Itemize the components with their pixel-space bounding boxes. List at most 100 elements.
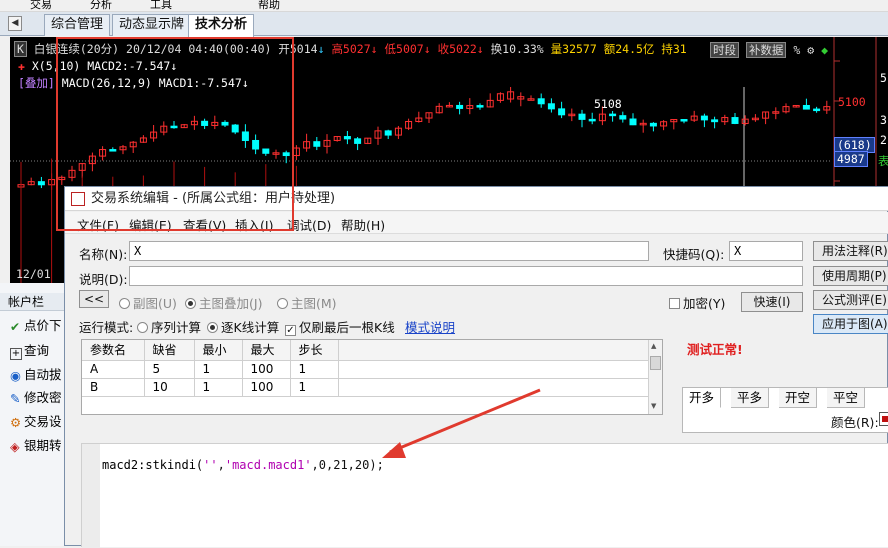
mode-help-link[interactable]: 模式说明: [405, 317, 455, 336]
menu-insert[interactable]: 插入(I): [235, 215, 273, 234]
quick-button[interactable]: 快速(I): [741, 292, 803, 312]
color-label: 颜色(R):: [831, 415, 879, 430]
tab-dynamic-board[interactable]: 动态显示牌: [112, 14, 192, 36]
indicator-x-arrow-icon: ✚: [18, 59, 25, 73]
radio-sequence-calc[interactable]: 序列计算: [137, 317, 201, 336]
candle-body: [343, 136, 351, 140]
usage-notes-button[interactable]: 用法注释(R): [813, 241, 888, 261]
code-string-arg: 'macd.macd1': [224, 458, 312, 472]
menu-file[interactable]: 文件(F): [77, 215, 119, 234]
scroll-up-icon[interactable]: ▲: [651, 342, 656, 350]
tab-close-long[interactable]: 平多: [731, 388, 770, 408]
dialog-title-bar[interactable]: 交易系统编辑 - (所属公式组：用户待处理): [65, 187, 888, 211]
table-cell[interactable]: B: [82, 378, 145, 397]
overlay-tag: [叠加]: [18, 76, 55, 90]
percent-toggle[interactable]: %: [793, 43, 800, 57]
name-input[interactable]: X: [129, 241, 649, 261]
candle-body: [231, 124, 239, 133]
top-menu-item-trade[interactable]: 交易: [30, 0, 52, 11]
candle-body: [476, 105, 484, 108]
table-cell[interactable]: 10: [144, 378, 195, 397]
top-menu-item-analysis[interactable]: 分析: [90, 0, 112, 11]
collapse-button[interactable]: <<: [79, 290, 109, 308]
gear-icon[interactable]: ⚙: [807, 43, 814, 57]
bank-icon: ◈: [10, 439, 20, 454]
usage-period-button[interactable]: 使用周期(P): [813, 266, 888, 286]
menu-debug[interactable]: 调试(D): [287, 215, 331, 234]
table-cell[interactable]: 1: [290, 360, 339, 379]
radio-main-overlay[interactable]: 主图叠加(J): [185, 293, 262, 312]
checkbox-box: ✓: [285, 325, 296, 336]
top-menu-item-tools[interactable]: 工具: [150, 0, 172, 11]
gear-icon: ⚙: [10, 415, 22, 430]
table-cell[interactable]: 5: [144, 360, 195, 379]
indicator-x-line: X(5,10) MACD2:-7.547: [31, 59, 171, 73]
app-icon: [71, 192, 85, 206]
candle-body: [731, 117, 739, 124]
tab-open-long[interactable]: 开多: [683, 388, 722, 408]
menu-view[interactable]: 查看(V): [183, 215, 226, 234]
timeframe-button[interactable]: 时段: [710, 42, 739, 58]
candle-body: [252, 139, 260, 150]
far-right-value-1: 5: [880, 71, 887, 85]
radio-per-bar-calc[interactable]: 逐K线计算: [207, 317, 279, 336]
panel-item-label: 交易设: [24, 414, 62, 429]
axis-price-5100: 5100: [838, 95, 866, 109]
description-input[interactable]: [129, 266, 803, 286]
table-cell[interactable]: 1: [194, 360, 243, 379]
apply-to-chart-button[interactable]: 应用于图(A): [813, 314, 888, 334]
radio-circle: [207, 322, 218, 333]
period-badge[interactable]: K: [14, 41, 27, 57]
table-cell[interactable]: 100: [242, 360, 291, 379]
radio-sub-chart[interactable]: 副图(U): [119, 293, 177, 312]
down-arrow-icon: ↓: [241, 76, 249, 90]
radio-main-chart[interactable]: 主图(M): [277, 293, 337, 312]
shortcut-input[interactable]: X: [729, 241, 803, 261]
panel-item-auto[interactable]: ◉ 自动拔: [10, 366, 62, 384]
candle-body: [109, 149, 117, 152]
scroll-thumb[interactable]: [650, 356, 661, 370]
candle-body: [201, 120, 209, 126]
table-cell[interactable]: A: [82, 360, 145, 379]
candle-body: [558, 108, 566, 116]
table-scrollbar[interactable]: ▲ ▼: [648, 340, 662, 414]
code-function: macd2:stkindi(: [102, 458, 204, 472]
tab-technical-analysis[interactable]: 技术分析: [188, 14, 255, 37]
macd-overlay-line: MACD(26,12,9) MACD1:-7.547: [61, 76, 242, 90]
panel-item-price-order[interactable]: ✔ 点价下: [10, 317, 62, 335]
close-price: 收5022: [437, 42, 477, 56]
panel-item-query[interactable]: + 查询: [10, 342, 49, 360]
top-menu-item-help[interactable]: 帮助: [258, 0, 280, 11]
color-swatch[interactable]: [879, 412, 888, 426]
down-arrow-icon: ↓: [170, 59, 178, 73]
encrypt-checkbox[interactable]: 加密(Y): [669, 293, 725, 312]
formula-evaluate-button[interactable]: 公式测评(E): [813, 290, 888, 310]
formula-code[interactable]: macd2:stkindi('','macd.macd1',0,21,20);: [102, 458, 384, 472]
panel-item-bank-transfer[interactable]: ◈ 银期转: [10, 437, 62, 455]
radio-label: 副图(U): [133, 296, 177, 311]
supplement-data-button[interactable]: 补数据: [745, 42, 787, 58]
tab-scroll-left-icon[interactable]: ◀: [8, 16, 22, 31]
col-header-empty: [338, 340, 648, 361]
menu-edit[interactable]: 编辑(E): [129, 215, 172, 234]
tab-overview[interactable]: 综合管理: [44, 14, 111, 36]
last-bar-only-checkbox[interactable]: ✓ 仅刷最后一根K线: [285, 317, 395, 336]
menu-help[interactable]: 帮助(H): [341, 215, 385, 234]
diamond-icon[interactable]: ◆: [821, 43, 828, 57]
col-header-name: 参数名: [82, 340, 145, 361]
table-cell[interactable]: 1: [290, 378, 339, 397]
tab-open-short[interactable]: 开空: [779, 388, 818, 408]
panel-item-trade-settings[interactable]: ⚙ 交易设: [10, 413, 62, 431]
date-label: 12/01: [16, 267, 51, 281]
down-arrow-icon: ↓: [370, 42, 378, 56]
down-arrow-icon: ↓: [476, 42, 484, 56]
table-row[interactable]: A 5 1 100 1: [82, 360, 648, 379]
scroll-down-icon[interactable]: ▼: [651, 402, 656, 410]
table-cell[interactable]: 100: [242, 378, 291, 397]
checkbox-label: 仅刷最后一根K线: [299, 320, 395, 335]
panel-item-change-password[interactable]: ✎ 修改密: [10, 389, 62, 407]
far-right-value-2: 3: [880, 113, 887, 127]
table-cell: [338, 360, 648, 379]
table-cell[interactable]: 1: [194, 378, 243, 397]
tab-close-short[interactable]: 平空: [827, 388, 866, 408]
